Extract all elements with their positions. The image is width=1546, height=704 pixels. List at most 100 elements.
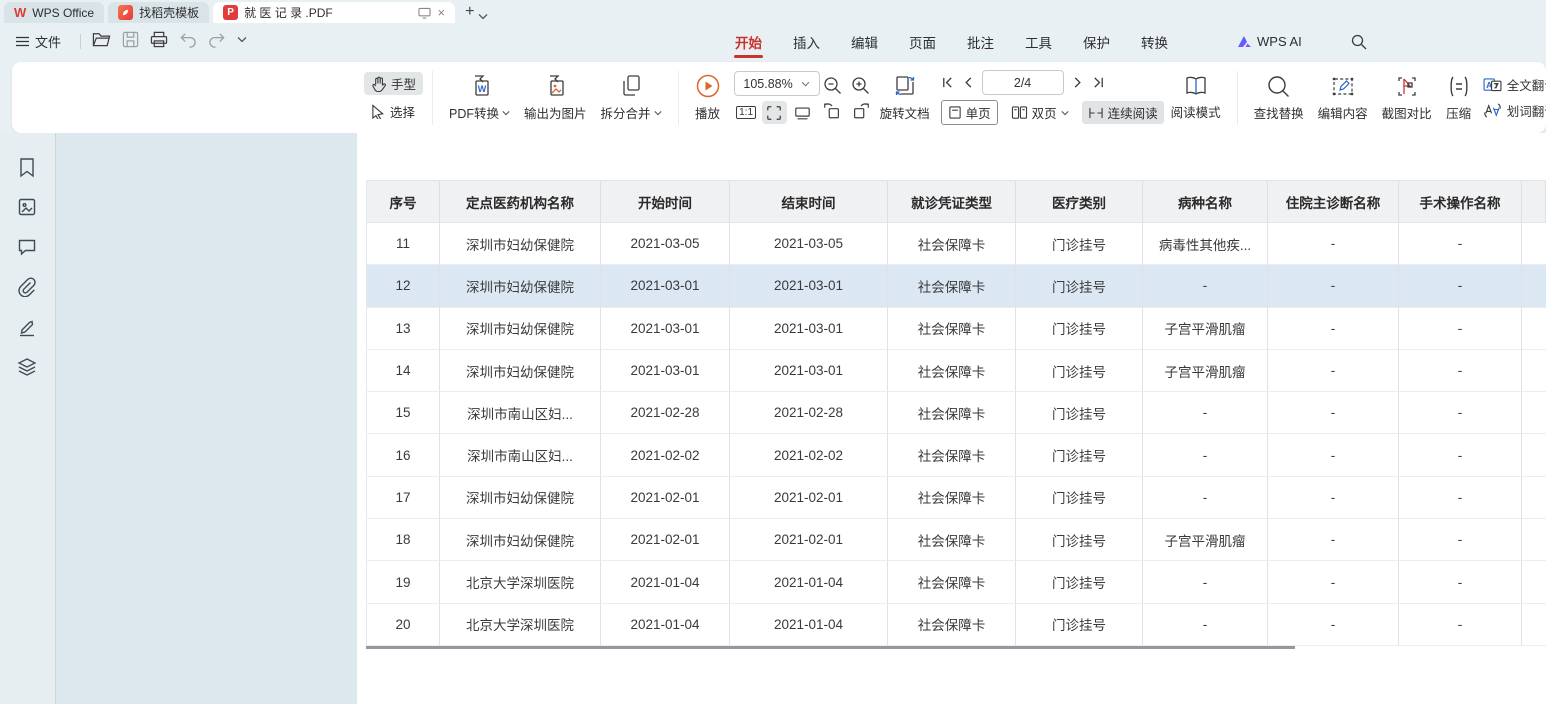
save-icon[interactable] <box>122 31 139 48</box>
table-cell: 北京大学深圳医院 <box>440 604 601 646</box>
table-cell: 社会保障卡 <box>888 392 1016 434</box>
ribbon-tab-protect[interactable]: 保护 <box>1081 23 1112 60</box>
pdf-page[interactable]: 序号定点医药机构名称开始时间结束时间就诊凭证类型医疗类别病种名称住院主诊断名称手… <box>357 133 1546 704</box>
table-cell: 子宫平滑肌瘤 <box>1143 519 1268 561</box>
table-cell: 17 <box>366 477 440 519</box>
chevron-down-icon <box>654 110 662 116</box>
find-replace-button[interactable]: 查找替换 <box>1247 74 1311 122</box>
ribbon-tab-edit[interactable]: 编辑 <box>849 23 880 60</box>
zoom-in-icon[interactable] <box>851 76 870 95</box>
table-cell: 2021-02-01 <box>730 519 888 561</box>
new-tab-button[interactable]: + <box>465 3 474 21</box>
table-row[interactable]: 20北京大学深圳医院2021-01-042021-01-04社会保障卡门诊挂号-… <box>366 604 1546 646</box>
select-tool-button[interactable]: 选择 <box>364 100 423 123</box>
table-cell: - <box>1399 604 1522 646</box>
continuous-reading-button[interactable]: 连续阅读 <box>1082 101 1164 124</box>
next-page-icon[interactable] <box>1073 76 1083 89</box>
single-page-button[interactable]: 单页 <box>941 100 998 125</box>
table-cell: 门诊挂号 <box>1016 477 1143 519</box>
word-translate-button[interactable]: 划词翻译 <box>1483 101 1546 120</box>
rotate-document-label: 旋转文档 <box>880 103 930 122</box>
fulltext-translate-button[interactable]: A 全文翻译 <box>1483 75 1546 94</box>
tab-docer-templates[interactable]: 找稻壳模板 <box>108 2 209 23</box>
tab-label: WPS Office <box>32 6 94 20</box>
table-cell: - <box>1399 392 1522 434</box>
layers-icon[interactable] <box>17 357 37 377</box>
ribbon-tab-comment[interactable]: 批注 <box>965 23 996 60</box>
edit-content-button[interactable]: 编辑内容 <box>1311 74 1375 122</box>
ribbon-tab-insert[interactable]: 插入 <box>791 23 822 60</box>
table-row[interactable]: 13深圳市妇幼保健院2021-03-012021-03-01社会保障卡门诊挂号子… <box>366 308 1546 350</box>
table-cell: 2021-03-01 <box>730 350 888 392</box>
table-cell: - <box>1268 477 1399 519</box>
screenshot-compare-icon <box>1394 74 1420 99</box>
previous-page-icon[interactable] <box>963 76 973 89</box>
pdf-convert-button[interactable]: W PDF转换 <box>442 73 517 122</box>
zoom-out-icon[interactable] <box>823 76 842 95</box>
fit-width-button[interactable] <box>790 101 815 124</box>
thumbnail-icon[interactable] <box>17 197 37 217</box>
search-icon[interactable] <box>1351 34 1367 50</box>
open-file-icon[interactable] <box>92 31 111 48</box>
screenshot-compare-button[interactable]: 截图对比 <box>1375 74 1439 122</box>
chevron-down-icon[interactable] <box>237 36 247 43</box>
ribbon-tab-tools[interactable]: 工具 <box>1023 23 1054 60</box>
fit-page-button[interactable] <box>762 101 787 124</box>
tab-label: 就 医 记 录 .PDF <box>244 4 333 21</box>
rotate-document-button[interactable]: 旋转文档 <box>873 73 937 122</box>
attachment-icon[interactable] <box>17 277 37 297</box>
ribbon-tab-home[interactable]: 开始 <box>733 23 764 60</box>
tab-list-chevron-icon[interactable] <box>478 13 488 20</box>
close-tab-icon[interactable]: × <box>438 6 446 19</box>
signature-icon[interactable] <box>17 317 37 337</box>
column-header: 定点医药机构名称 <box>440 181 601 223</box>
file-menu-button[interactable]: 文件 <box>16 32 61 51</box>
read-mode-button[interactable]: 阅读模式 <box>1164 74 1228 121</box>
table-cell: 2021-03-01 <box>601 265 730 307</box>
comment-icon[interactable] <box>17 237 37 256</box>
play-button[interactable]: 播放 <box>688 73 728 122</box>
bookmark-icon[interactable] <box>17 157 37 178</box>
redo-icon[interactable] <box>208 32 226 48</box>
ribbon-tab-convert[interactable]: 转换 <box>1139 23 1170 60</box>
undo-icon[interactable] <box>179 32 197 48</box>
rotate-right-icon[interactable] <box>851 101 871 120</box>
table-row[interactable]: 12深圳市妇幼保健院2021-03-012021-03-01社会保障卡门诊挂号-… <box>366 265 1546 307</box>
compress-button[interactable]: 压缩 <box>1439 74 1479 122</box>
table-row[interactable]: 14深圳市妇幼保健院2021-03-012021-03-01社会保障卡门诊挂号子… <box>366 350 1546 392</box>
table-row[interactable]: 18深圳市妇幼保健院2021-02-012021-02-01社会保障卡门诊挂号子… <box>366 519 1546 561</box>
translate-group: A 全文翻译 划词翻译 <box>1483 75 1546 120</box>
table-cell: 社会保障卡 <box>888 265 1016 307</box>
table-cell: 深圳市妇幼保健院 <box>440 265 601 307</box>
table-row[interactable]: 15深圳市南山区妇...2021-02-282021-02-28社会保障卡门诊挂… <box>366 392 1546 434</box>
tab-document-pdf[interactable]: P 就 医 记 录 .PDF × <box>213 2 455 23</box>
table-row[interactable]: 17深圳市妇幼保健院2021-02-012021-02-01社会保障卡门诊挂号-… <box>366 477 1546 519</box>
chevron-down-icon <box>502 110 510 116</box>
first-page-icon[interactable] <box>941 76 954 89</box>
table-row[interactable]: 11深圳市妇幼保健院2021-03-052021-03-05社会保障卡门诊挂号病… <box>366 223 1546 265</box>
tab-wps-office[interactable]: W WPS Office <box>4 2 104 23</box>
share-to-screen-icon[interactable] <box>418 7 431 19</box>
last-page-icon[interactable] <box>1092 76 1105 89</box>
wps-ai-button[interactable]: WPS AI <box>1237 34 1302 49</box>
table-row[interactable]: 16深圳市南山区妇...2021-02-022021-02-02社会保障卡门诊挂… <box>366 434 1546 476</box>
table-row[interactable]: 19北京大学深圳医院2021-01-042021-01-04社会保障卡门诊挂号-… <box>366 561 1546 603</box>
rotate-left-icon[interactable] <box>822 101 842 120</box>
page-indicator[interactable]: 2/4 <box>982 70 1064 95</box>
divider <box>80 34 81 49</box>
actual-size-button[interactable]: 1:1 <box>734 101 759 124</box>
print-icon[interactable] <box>150 31 168 48</box>
zoom-level-select[interactable]: 105.88% <box>734 71 820 96</box>
table-cell: 门诊挂号 <box>1016 392 1143 434</box>
hand-tool-button[interactable]: 手型 <box>364 72 423 95</box>
table-cell: 12 <box>366 265 440 307</box>
table-cell: 北京大学深圳医院 <box>440 561 601 603</box>
split-merge-button[interactable]: 拆分合并 <box>594 73 669 122</box>
double-page-button[interactable]: 双页 <box>1005 101 1075 124</box>
compress-label: 压缩 <box>1446 103 1471 122</box>
table-cell: 2021-01-04 <box>601 604 730 646</box>
ribbon-tab-page[interactable]: 页面 <box>907 23 938 60</box>
find-replace-label: 查找替换 <box>1254 103 1304 122</box>
export-as-image-button[interactable]: 输出为图片 <box>517 73 594 122</box>
table-cell: 2021-01-04 <box>730 561 888 603</box>
